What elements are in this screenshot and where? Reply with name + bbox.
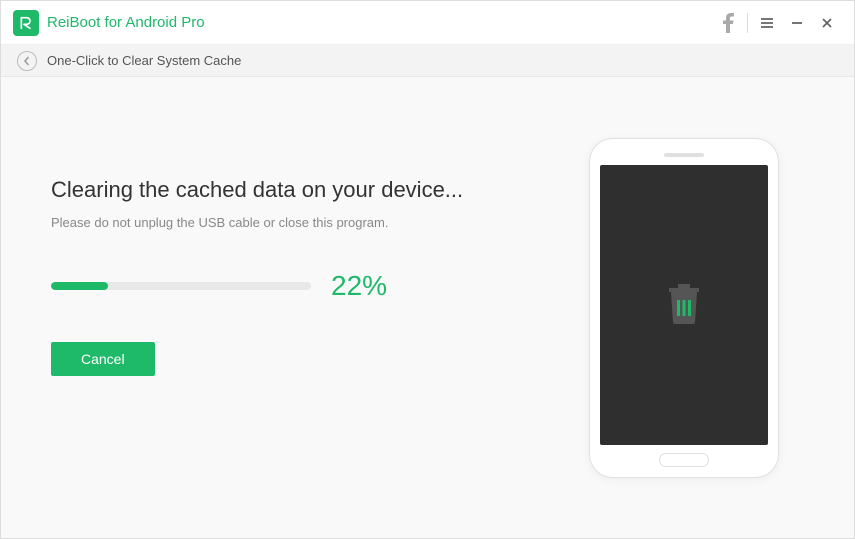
progress-percent: 22% [331,270,387,302]
subheader: One-Click to Clear System Cache [1,45,854,77]
cancel-button[interactable]: Cancel [51,342,155,376]
phone-speaker [664,153,704,157]
right-panel [564,117,804,498]
divider [747,13,748,33]
main-content: Clearing the cached data on your device.… [1,77,854,538]
titlebar: ReiBoot for Android Pro [1,1,854,45]
app-logo [13,10,39,36]
menu-icon[interactable] [752,8,782,38]
page-title: Clearing the cached data on your device.… [51,177,564,203]
breadcrumb: One-Click to Clear System Cache [47,53,241,68]
back-button[interactable] [17,51,37,71]
progress-bar [51,282,311,290]
left-panel: Clearing the cached data on your device.… [51,117,564,498]
facebook-icon[interactable] [713,8,743,38]
instruction-text: Please do not unplug the USB cable or cl… [51,215,564,230]
progress-row: 22% [51,270,564,302]
app-title: ReiBoot for Android Pro [47,14,205,31]
phone-home-button [659,453,709,467]
close-button[interactable] [812,8,842,38]
phone-illustration [589,138,779,478]
trash-icon [663,278,705,331]
progress-fill [51,282,108,290]
phone-screen [600,165,768,445]
minimize-button[interactable] [782,8,812,38]
